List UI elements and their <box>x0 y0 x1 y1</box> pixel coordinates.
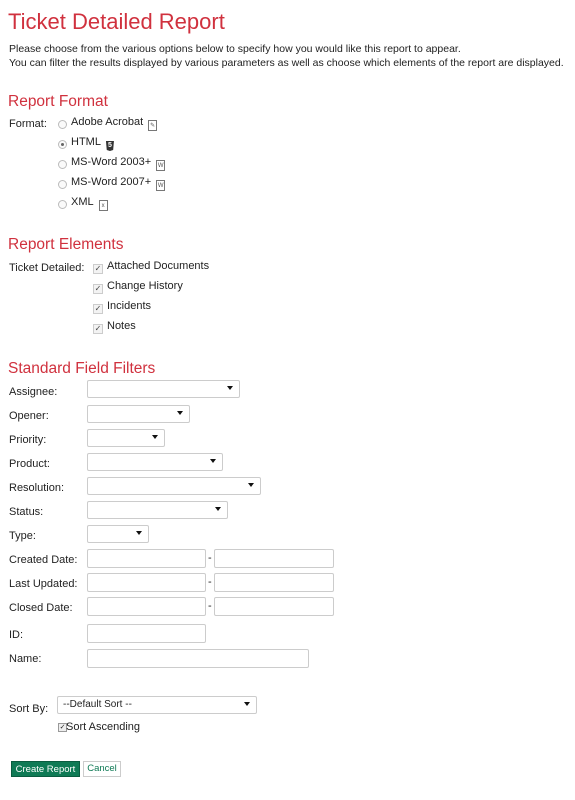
xml-icon: x <box>98 200 108 211</box>
report-elements-heading: Report Elements <box>8 236 124 253</box>
name-input[interactable] <box>87 649 309 668</box>
priority-select[interactable] <box>87 429 165 447</box>
format-radio-xml[interactable] <box>58 200 67 209</box>
name-label: Name: <box>9 653 42 665</box>
type-label: Type: <box>9 530 36 542</box>
assignee-select[interactable] <box>87 380 240 398</box>
created-date-to-input[interactable] <box>214 549 334 568</box>
word-icon: W <box>156 180 166 191</box>
id-label: ID: <box>9 629 24 641</box>
cancel-button[interactable]: Cancel <box>83 761 121 777</box>
sort-by-label: Sort By: <box>9 703 49 715</box>
opener-label: Opener: <box>9 410 49 422</box>
sort-by-select[interactable]: --Default Sort -- <box>57 696 257 714</box>
format-option-pdf[interactable]: Adobe Acrobat ✎ <box>71 116 158 131</box>
chevron-down-icon <box>227 386 233 390</box>
created-date-from-input[interactable] <box>87 549 206 568</box>
field-filters-heading: Standard Field Filters <box>8 360 156 377</box>
format-radio-word2003[interactable] <box>58 160 67 169</box>
label-change-history: Change History <box>107 280 183 292</box>
product-label: Product: <box>9 458 50 470</box>
pdf-icon: ✎ <box>148 120 158 131</box>
chevron-down-icon <box>136 531 142 535</box>
format-radio-pdf[interactable] <box>58 120 67 129</box>
assignee-label: Assignee: <box>9 386 58 398</box>
format-option-html[interactable]: HTML 5 <box>71 136 114 151</box>
sort-by-selected: --Default Sort -- <box>63 699 132 710</box>
id-input[interactable] <box>87 624 206 643</box>
closed-date-separator: - <box>208 600 212 612</box>
checkbox-change-history[interactable]: ✓ <box>93 284 103 294</box>
sort-ascending-label: Sort Ascending <box>66 721 140 733</box>
report-format-heading: Report Format <box>8 93 108 110</box>
last-updated-label: Last Updated: <box>9 578 78 590</box>
format-radio-word2007[interactable] <box>58 180 67 189</box>
product-select[interactable] <box>87 453 223 471</box>
intro-line-1: Please choose from the various options b… <box>9 43 461 55</box>
closed-date-from-input[interactable] <box>87 597 206 616</box>
resolution-label: Resolution: <box>9 482 65 494</box>
html5-icon: 5 <box>105 141 114 151</box>
closed-date-label: Closed Date: <box>9 602 73 614</box>
opener-select[interactable] <box>87 405 190 423</box>
chevron-down-icon <box>248 483 254 487</box>
format-radio-html[interactable] <box>58 140 67 149</box>
page-title: Ticket Detailed Report <box>8 9 225 34</box>
type-select[interactable] <box>87 525 149 543</box>
closed-date-to-input[interactable] <box>214 597 334 616</box>
chevron-down-icon <box>177 411 183 415</box>
last-updated-separator: - <box>208 576 212 588</box>
created-date-separator: - <box>208 552 212 564</box>
intro-line-2: You can filter the results displayed by … <box>9 57 564 69</box>
chevron-down-icon <box>152 435 158 439</box>
status-label: Status: <box>9 506 44 518</box>
create-report-button[interactable]: Create Report <box>11 761 80 777</box>
created-date-label: Created Date: <box>9 554 78 566</box>
format-option-xml[interactable]: XML x <box>71 196 108 211</box>
chevron-down-icon <box>210 459 216 463</box>
label-incidents: Incidents <box>107 300 152 312</box>
format-label: Format: <box>9 118 47 130</box>
checkbox-incidents[interactable]: ✓ <box>93 304 103 314</box>
status-select[interactable] <box>87 501 228 519</box>
checkbox-notes[interactable]: ✓ <box>93 324 103 334</box>
word-icon: W <box>156 160 166 171</box>
priority-label: Priority: <box>9 434 47 446</box>
last-updated-to-input[interactable] <box>214 573 334 592</box>
last-updated-from-input[interactable] <box>87 573 206 592</box>
ticket-detailed-label: Ticket Detailed: <box>9 262 85 274</box>
checkbox-attached-documents[interactable]: ✓ <box>93 264 103 274</box>
format-option-word2003[interactable]: MS-Word 2003+ W <box>71 156 166 171</box>
format-option-word2007[interactable]: MS-Word 2007+ W <box>71 176 166 191</box>
resolution-select[interactable] <box>87 477 261 495</box>
chevron-down-icon <box>244 702 250 706</box>
label-attached-documents: Attached Documents <box>107 260 210 272</box>
label-notes: Notes <box>107 320 136 332</box>
chevron-down-icon <box>215 507 221 511</box>
intro-text: Please choose from the various options b… <box>9 42 564 70</box>
